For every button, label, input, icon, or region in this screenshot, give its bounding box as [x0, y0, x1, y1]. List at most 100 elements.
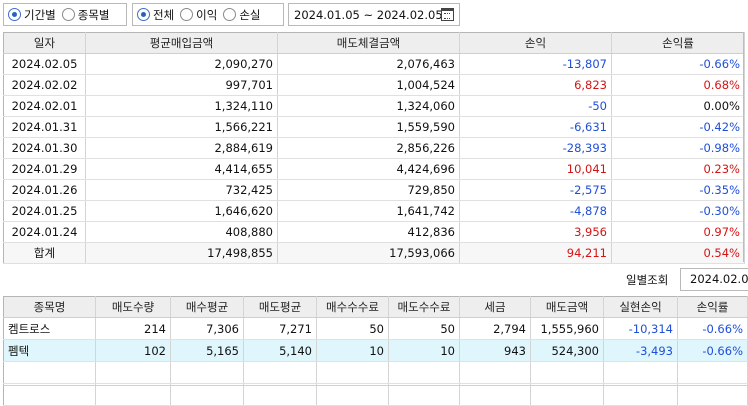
radio-unchecked-icon: [223, 8, 237, 21]
calendar-icon[interactable]: [441, 8, 454, 21]
cell-profit-rate: 0.54%: [611, 242, 745, 264]
radio-profit-label: 이익: [196, 7, 218, 22]
col-header-profit[interactable]: 손익: [459, 32, 612, 54]
col-header-7[interactable]: 매도금액: [530, 296, 604, 318]
cell-buy-fee: 10: [316, 339, 389, 362]
cell-sell-amount: 1,555,960: [530, 317, 604, 340]
col-header-6[interactable]: 세금: [459, 296, 531, 318]
cell-sell-qty: 102: [95, 339, 171, 362]
cell-profit-rate: 0.23%: [611, 158, 745, 180]
col-header-avg-buy[interactable]: 평균매입금액: [85, 32, 278, 54]
total-row[interactable]: 합계 17,498,855 17,593,066 94,211 0.54%: [3, 242, 745, 264]
date-range-input[interactable]: 2024.01.05 ~ 2024.02.05: [288, 3, 460, 26]
horizontal-scrollbar[interactable]: [3, 385, 748, 401]
radio-unchecked-icon: [61, 8, 75, 21]
cell-profit-rate: 0.68%: [611, 74, 745, 96]
empty-cell: [603, 361, 678, 384]
cell-sell-fee: 50: [388, 317, 460, 340]
empty-cell: [388, 361, 460, 384]
table-row[interactable]: 2024.01.29 4,414,655 4,424,696 10,041 0.23%: [3, 158, 745, 180]
cell-avg-buy: 17,498,855: [85, 242, 278, 264]
cell-sell-amount: 1,641,742: [277, 200, 460, 222]
cell-avg-buy: 1,646,620: [85, 200, 278, 222]
cell-date: 2024.01.25: [3, 200, 86, 222]
col-header-1[interactable]: 매도수량: [95, 296, 171, 318]
col-header-5[interactable]: 매도수수료: [388, 296, 460, 318]
cell-date: 2024.01.30: [3, 137, 86, 159]
table-row[interactable]: 2024.02.01 1,324,110 1,324,060 -50 0.00%: [3, 95, 745, 117]
cell-profit-rate: 0.97%: [611, 221, 745, 243]
empty-cell: [243, 361, 317, 384]
cell-sell-amount: 412,836: [277, 221, 460, 243]
cell-buy-avg: 5,165: [170, 339, 244, 362]
col-header-0[interactable]: 종목명: [3, 296, 96, 318]
table-header-row: 종목명 매도수량 매수평균 매도평균 매수수수료 매도수수료 세금 매도금액 실현손익 손익률: [3, 296, 748, 318]
cell-profit: 10,041: [459, 158, 612, 180]
cell-buy-fee: 50: [316, 317, 389, 340]
cell-avg-buy: 1,324,110: [85, 95, 278, 117]
cell-profit: -50: [459, 95, 612, 117]
cell-stock-name: 펨텍: [3, 339, 96, 362]
cell-sell-amount: 524,300: [530, 339, 604, 362]
empty-cell: [316, 361, 389, 384]
daily-date-input[interactable]: 2024.02.05: [680, 268, 748, 291]
col-header-3[interactable]: 매도평균: [243, 296, 317, 318]
radio-by-stock[interactable]: 종목별: [61, 7, 110, 23]
col-header-9[interactable]: 손익률: [677, 296, 748, 318]
cell-date: 2024.01.31: [3, 116, 86, 138]
col-header-date[interactable]: 일자: [3, 32, 86, 54]
empty-cell: [677, 361, 748, 384]
cell-avg-buy: 2,884,619: [85, 137, 278, 159]
radio-all[interactable]: 전체: [137, 7, 174, 23]
table-row[interactable]: 2024.02.02 997,701 1,004,524 6,823 0.68%: [3, 74, 745, 96]
col-header-2[interactable]: 매수평균: [170, 296, 244, 318]
cell-sell-amount: 729,850: [277, 179, 460, 201]
radio-checked-icon: [137, 8, 150, 21]
cell-sell-avg: 7,271: [243, 317, 317, 340]
col-header-4[interactable]: 매수수수료: [316, 296, 389, 318]
table-row[interactable]: 2024.02.05 2,090,270 2,076,463 -13,807 -0.66…: [3, 53, 745, 75]
cell-profit: 3,956: [459, 221, 612, 243]
cell-profit: -6,631: [459, 116, 612, 138]
radio-profit[interactable]: 이익: [180, 7, 217, 23]
radio-loss[interactable]: 손실: [223, 7, 261, 23]
cell-profit: -4,878: [459, 200, 612, 222]
radio-period[interactable]: 기간별: [8, 7, 56, 23]
table-row[interactable]: 2024.01.30 2,884,619 2,856,226 -28,393 -0.98…: [3, 137, 745, 159]
radio-period-label: 기간별: [24, 7, 56, 22]
cell-sell-amount: 17,593,066: [277, 242, 460, 264]
table-row[interactable]: 2024.01.25 1,646,620 1,641,742 -4,878 -0.30%: [3, 200, 745, 222]
col-header-sell-amount[interactable]: 매도체결금액: [277, 32, 460, 54]
empty-cell: [459, 361, 531, 384]
table-row[interactable]: 2024.01.26 732,425 729,850 -2,575 -0.35%: [3, 179, 745, 201]
cell-date: 2024.01.24: [3, 221, 86, 243]
col-header-profit-rate[interactable]: 손익률: [611, 32, 745, 54]
empty-cell: [170, 361, 244, 384]
cell-buy-avg: 7,306: [170, 317, 244, 340]
cell-profit-rate: -0.66%: [677, 317, 748, 340]
cell-avg-buy: 4,414,655: [85, 158, 278, 180]
col-header-8[interactable]: 실현손익: [603, 296, 678, 318]
table-row[interactable]: 켐트로스 214 7,306 7,271 50 50 2,794 1,555,960 -10,3…: [3, 317, 748, 340]
cell-realized-profit: -3,493: [603, 339, 678, 362]
table-row[interactable]: 2024.01.24 408,880 412,836 3,956 0.97%: [3, 221, 745, 243]
cell-sell-avg: 5,140: [243, 339, 317, 362]
table-row[interactable]: 2024.01.31 1,566,221 1,559,590 -6,631 -0.42%: [3, 116, 745, 138]
cell-date: 2024.01.26: [3, 179, 86, 201]
cell-profit-rate: -0.66%: [677, 339, 748, 362]
cell-profit: -2,575: [459, 179, 612, 201]
cell-sell-amount: 1,559,590: [277, 116, 460, 138]
cell-tax: 943: [459, 339, 531, 362]
vertical-scrollbar[interactable]: [743, 32, 748, 262]
empty-row: [3, 361, 748, 384]
cell-avg-buy: 997,701: [85, 74, 278, 96]
cell-sell-amount: 4,424,696: [277, 158, 460, 180]
cell-date: 2024.02.02: [3, 74, 86, 96]
cell-profit-rate: -0.66%: [611, 53, 745, 75]
cell-profit-rate: -0.35%: [611, 179, 745, 201]
radio-by-stock-label: 종목별: [77, 7, 110, 22]
cell-profit: -28,393: [459, 137, 612, 159]
table-row[interactable]: 펨텍 102 5,165 5,140 10 10 943 524,300 -3,493 -0.66…: [3, 339, 748, 362]
cell-date: 2024.01.29: [3, 158, 86, 180]
cell-sell-amount: 2,856,226: [277, 137, 460, 159]
